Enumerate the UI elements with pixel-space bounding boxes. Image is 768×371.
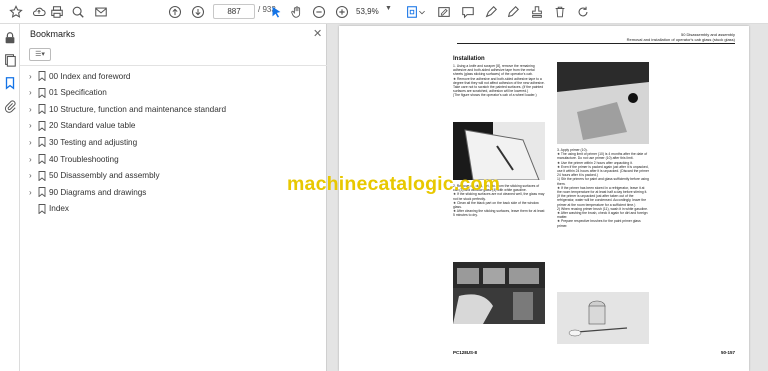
expand-chevron-icon[interactable]: › bbox=[29, 105, 32, 114]
expand-chevron-icon[interactable]: › bbox=[29, 121, 32, 130]
bookmark-panel-icon[interactable] bbox=[3, 76, 17, 90]
bookmark-icon bbox=[38, 170, 46, 181]
chevron-down-icon[interactable]: ▼ bbox=[385, 5, 392, 12]
bookmark-options-button[interactable]: ☰▾ bbox=[29, 48, 51, 61]
page-header: 50 Disassembly and assembly Removal and … bbox=[627, 32, 735, 42]
bookmark-label: 40 Troubleshooting bbox=[49, 154, 119, 164]
previous-page-icon[interactable] bbox=[167, 4, 183, 20]
draw-pencil-icon[interactable] bbox=[505, 4, 521, 20]
bookmarks-panel: Bookmarks ✕ ☰▾ › 00 Index and foreword › 01… bbox=[20, 24, 327, 371]
bookmark-item[interactable]: › 01 Specification bbox=[20, 85, 327, 101]
bookmark-icon bbox=[38, 120, 46, 131]
bookmark-item[interactable]: › 40 Troubleshooting bbox=[20, 151, 327, 167]
footer-model: PC128US-8 bbox=[453, 350, 478, 355]
watermark-text: machinecatalogic.com bbox=[287, 173, 501, 195]
bookmark-icon bbox=[38, 137, 46, 148]
cab-photo-3 bbox=[557, 62, 649, 144]
header-topic: Removal and installation of operator's c… bbox=[626, 37, 735, 42]
hand-tool-icon[interactable] bbox=[289, 4, 305, 20]
expand-chevron-icon[interactable]: › bbox=[29, 188, 32, 197]
pdf-page: 50 Disassembly and assembly Removal and … bbox=[339, 26, 749, 371]
bookmark-label: 30 Testing and adjusting bbox=[49, 137, 138, 147]
bookmark-icon bbox=[38, 154, 46, 164]
expand-chevron-icon[interactable]: › bbox=[29, 155, 32, 164]
document-view[interactable]: 50 Disassembly and assembly Removal and … bbox=[327, 24, 768, 371]
page-number-input[interactable]: 887 bbox=[213, 4, 255, 19]
instruction-text-3: 3. Apply primer (10). ★ The using limit … bbox=[557, 148, 649, 228]
pdf-viewer-window: 887 / 933 53,9% ▼ Bookmarks ✕ ☰▾ › 00 In… bbox=[0, 0, 768, 371]
bookmark-item[interactable]: › 30 Testing and adjusting bbox=[20, 134, 327, 150]
select-cursor-icon[interactable] bbox=[268, 4, 284, 20]
cab-photo-2 bbox=[453, 262, 545, 324]
expand-chevron-icon[interactable]: › bbox=[29, 171, 32, 180]
next-page-icon[interactable] bbox=[190, 4, 206, 20]
star-icon[interactable] bbox=[8, 4, 24, 20]
bookmark-icon bbox=[38, 87, 46, 98]
bookmark-icon bbox=[38, 187, 46, 198]
page-thumbnails-icon[interactable] bbox=[3, 53, 17, 67]
chevron-down-icon[interactable] bbox=[418, 4, 426, 20]
section-title: Installation bbox=[453, 56, 485, 62]
stamp-icon[interactable] bbox=[529, 4, 545, 20]
bookmark-label: 10 Structure, function and maintenance s… bbox=[49, 104, 227, 114]
rotate-icon[interactable] bbox=[575, 4, 591, 20]
divider bbox=[20, 65, 327, 66]
top-toolbar: 887 / 933 53,9% ▼ bbox=[0, 0, 768, 24]
bookmark-icon bbox=[38, 71, 46, 81]
print-icon[interactable] bbox=[49, 4, 65, 20]
cab-photo-1 bbox=[453, 122, 545, 180]
email-icon[interactable] bbox=[93, 4, 109, 20]
attachment-icon[interactable] bbox=[3, 99, 17, 113]
instruction-text-1: 1. Using a knife and scraper [8], remove… bbox=[453, 64, 545, 98]
bookmark-item[interactable]: › 90 Diagrams and drawings bbox=[20, 184, 327, 200]
bookmark-label: Index bbox=[49, 204, 70, 214]
expand-chevron-icon[interactable]: › bbox=[29, 72, 32, 81]
bookmark-label: 90 Diagrams and drawings bbox=[49, 187, 147, 197]
bookmark-item[interactable]: › 50 Disassembly and assembly bbox=[20, 168, 327, 184]
delete-icon[interactable] bbox=[552, 4, 568, 20]
bookmark-label: 01 Specification bbox=[49, 88, 107, 98]
highlight-pen-icon[interactable] bbox=[483, 4, 499, 20]
fill-sign-icon[interactable] bbox=[436, 4, 452, 20]
header-rule bbox=[457, 43, 735, 44]
bookmark-item[interactable]: › 10 Structure, function and maintenance … bbox=[20, 101, 327, 117]
bookmark-item[interactable]: › 20 Standard value table bbox=[20, 118, 327, 134]
expand-chevron-icon[interactable]: › bbox=[29, 138, 32, 147]
primer-photo bbox=[557, 292, 649, 344]
bookmark-item[interactable]: › 00 Index and foreword bbox=[20, 68, 327, 84]
comment-icon[interactable] bbox=[460, 4, 476, 20]
bookmark-label: 20 Standard value table bbox=[49, 121, 136, 131]
zoom-out-icon[interactable] bbox=[311, 4, 327, 20]
close-icon[interactable]: ✕ bbox=[313, 27, 322, 40]
panel-title: Bookmarks bbox=[30, 29, 76, 39]
search-text-icon[interactable] bbox=[70, 4, 86, 20]
expand-chevron-icon[interactable]: › bbox=[29, 88, 32, 97]
bookmark-icon bbox=[38, 104, 46, 115]
footer-page-number: 50-157 bbox=[720, 350, 735, 355]
zoom-in-icon[interactable] bbox=[334, 4, 350, 20]
bookmark-icon bbox=[38, 203, 46, 214]
bookmark-label: 00 Index and foreword bbox=[49, 71, 131, 81]
bookmark-item[interactable]: Index bbox=[20, 201, 327, 217]
left-tool-rail bbox=[0, 24, 20, 371]
cloud-upload-icon[interactable] bbox=[31, 4, 47, 20]
lock-icon[interactable] bbox=[3, 31, 17, 45]
bookmark-label: 50 Disassembly and assembly bbox=[49, 171, 160, 181]
